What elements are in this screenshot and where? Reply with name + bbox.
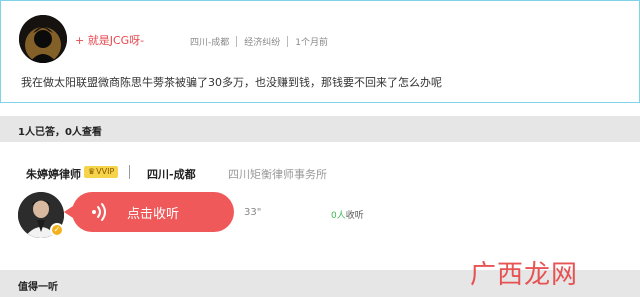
question-time: 1个月前 xyxy=(295,38,328,48)
question-card: + 就是JCG呀- 四川-成都 经济纠纷 1个月前 我在做太阳联盟微商陈思牛蒡茶… xyxy=(0,0,640,103)
sound-wave-icon xyxy=(92,203,106,221)
site-watermark: 广西龙网 xyxy=(470,260,579,290)
audio-duration: 33" xyxy=(244,207,262,218)
question-text: 我在做太阳联盟微商陈思牛蒡茶被骗了30多万，也没赚到钱，那钱要不回来了怎么办呢 xyxy=(21,76,442,89)
asker-name[interactable]: + 就是JCG呀- xyxy=(75,32,144,48)
crown-icon: ♛ xyxy=(88,167,96,176)
verified-icon: ✓ xyxy=(50,223,64,237)
question-category[interactable]: 经济纠纷 xyxy=(244,35,280,48)
bubble-pointer xyxy=(64,206,73,218)
vip-label: VVIP xyxy=(96,167,115,176)
meta-divider xyxy=(287,36,289,47)
listen-count: 0人收听 xyxy=(331,208,364,221)
listen-count-number: 0人 xyxy=(331,211,346,221)
lawyer-location: 四川-成都 xyxy=(147,168,196,181)
question-meta: 四川-成都 经济纠纷 1个月前 xyxy=(190,35,328,48)
lawyer-name[interactable]: 朱婷婷律师 xyxy=(26,166,81,182)
listen-count-suffix: 收听 xyxy=(345,211,364,221)
vip-badge: ♛ VVIP xyxy=(84,166,119,178)
answer-count-text: 1人已答，0人查看 xyxy=(18,127,102,138)
lawyer-firm[interactable]: 四川矩衡律师事务所 xyxy=(228,166,327,182)
worth-listening-title: 值得一听 xyxy=(18,282,58,293)
meta-divider xyxy=(236,36,238,47)
vertical-divider xyxy=(129,165,130,179)
listen-label: 点击收听 xyxy=(127,207,180,222)
asker-avatar[interactable] xyxy=(19,15,67,63)
answer-card: 朱婷婷律师 ♛ VVIP 四川-成都 四川矩衡律师事务所 ✓ 点击收听 33" … xyxy=(0,142,640,262)
answer-count-bar: 1人已答，0人查看 xyxy=(0,116,640,142)
question-location: 四川-成都 xyxy=(190,38,230,48)
listen-button[interactable]: 点击收听 xyxy=(64,192,234,232)
